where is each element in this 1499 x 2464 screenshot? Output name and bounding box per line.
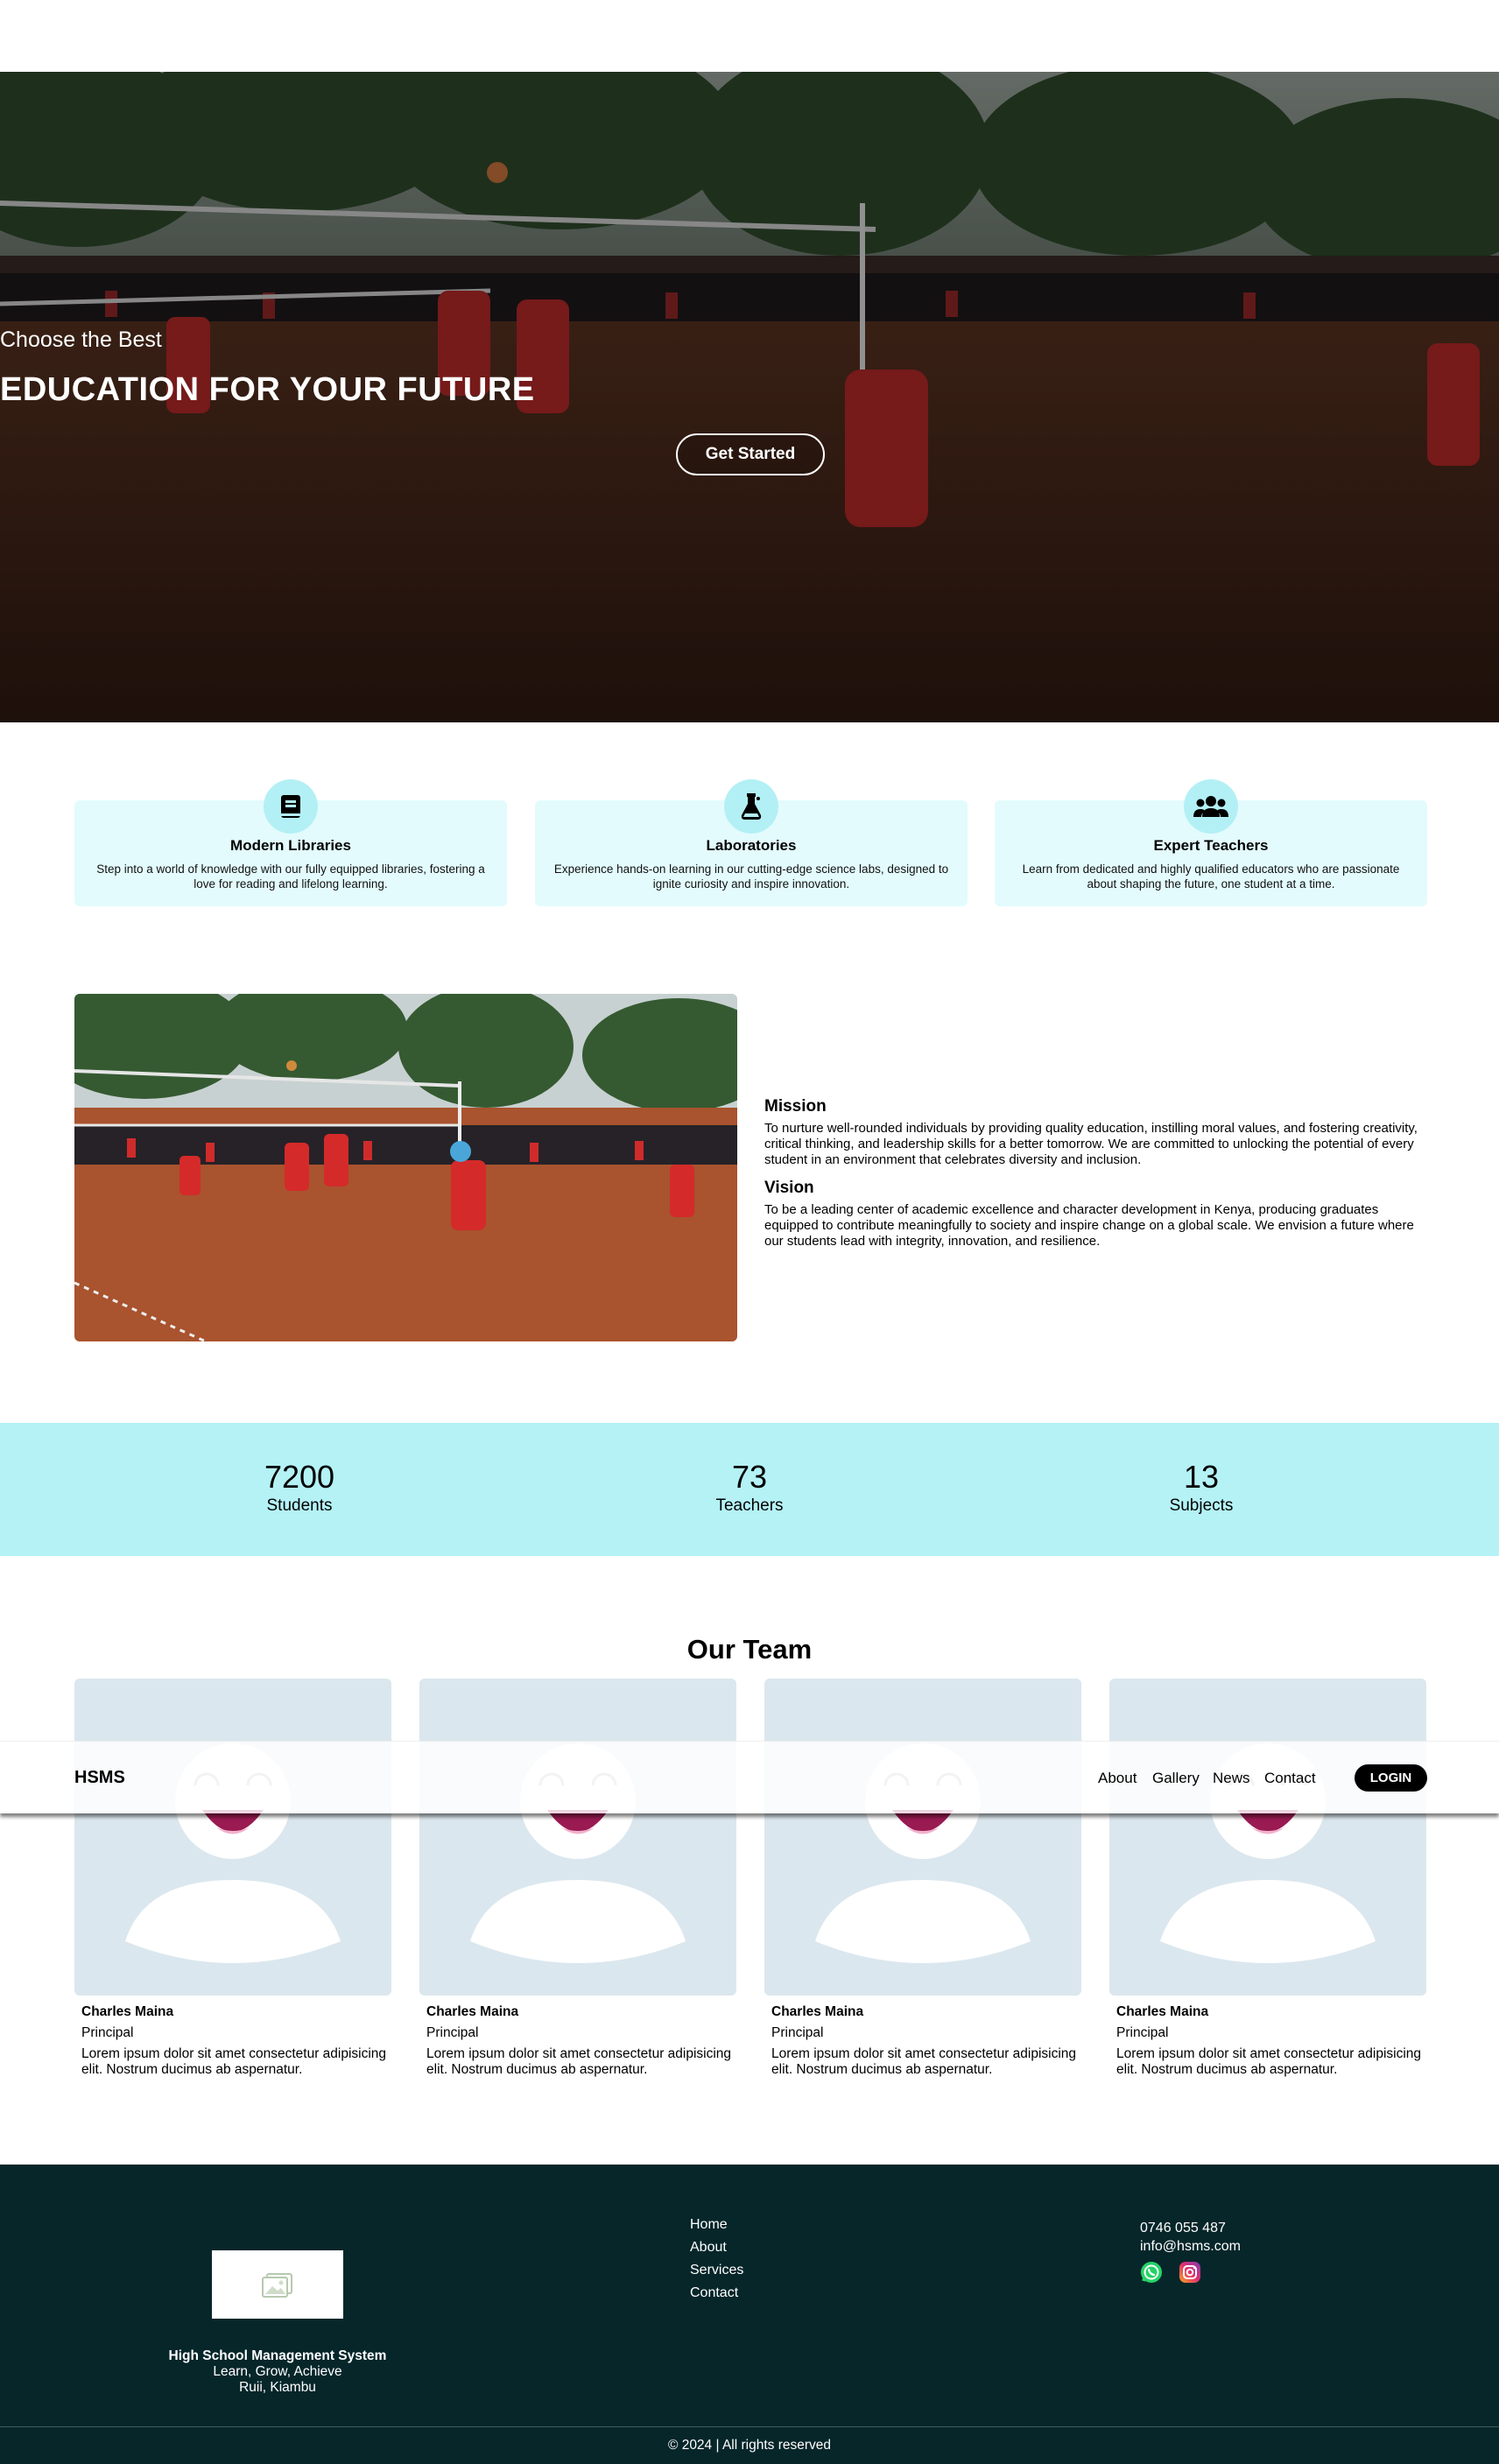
stat-value: 73 xyxy=(731,1459,768,1495)
mission-vision: Mission To nurture well-rounded individu… xyxy=(764,1097,1430,1260)
image-placeholder-icon xyxy=(262,2273,292,2298)
stats-section: 7200 Students 73 Teachers 13 Subjects xyxy=(0,1423,1499,1556)
member-name: Charles Maina xyxy=(771,2004,864,2019)
feature-title: Expert Teachers xyxy=(1153,837,1269,854)
footer-location: Ruii, Kiambu xyxy=(239,2380,316,2395)
member-bio: Lorem ipsum dolor sit amet consectetur a… xyxy=(1116,2046,1422,2077)
navbar: HSMS About Gallery News Contact LOGIN xyxy=(0,1741,1499,1813)
feature-text: Step into a world of knowledge with our … xyxy=(96,862,485,891)
about-photo xyxy=(74,994,737,1341)
avatar xyxy=(419,1679,736,1996)
team-title: Our Team xyxy=(686,1634,813,1665)
footer-school-info: High School Management System Learn, Gro… xyxy=(0,2348,555,2396)
login-button[interactable]: LOGIN xyxy=(1355,1764,1427,1792)
feature-title: Laboratories xyxy=(706,837,797,854)
stat-students: 7200 Students xyxy=(168,1460,431,1516)
nav-link-about[interactable]: About xyxy=(1098,1742,1137,1814)
member-role: Principal xyxy=(1116,2025,1169,2040)
stat-label: Subjects xyxy=(1169,1496,1234,1515)
team-member-card: Charles Maina Principal Lorem ipsum dolo… xyxy=(74,1679,391,2078)
avatar xyxy=(764,1679,1081,1996)
feature-title: Modern Libraries xyxy=(230,837,351,854)
stat-subjects: 13 Subjects xyxy=(1070,1460,1333,1516)
member-role: Principal xyxy=(81,2025,134,2040)
member-bio: Lorem ipsum dolor sit amet consectetur a… xyxy=(426,2046,732,2077)
feature-card-libraries: Modern Libraries Step into a world of kn… xyxy=(74,779,507,906)
stat-value: 13 xyxy=(1183,1459,1220,1495)
users-icon xyxy=(1184,779,1238,834)
footer-phone: 0746 055 487 xyxy=(1140,2221,1226,2235)
footer-contact: 0746 055 487 info@hsms.com xyxy=(1140,2219,1241,2256)
mission-title: Mission xyxy=(764,1097,827,1116)
stat-label: Teachers xyxy=(715,1496,784,1515)
member-bio: Lorem ipsum dolor sit amet consectetur a… xyxy=(81,2046,387,2077)
team-member-card: Charles Maina Principal Lorem ipsum dolo… xyxy=(1109,1679,1426,2078)
stat-value: 7200 xyxy=(264,1459,335,1495)
get-started-button[interactable]: Get Started xyxy=(676,433,825,475)
hero-kicker: Choose the Best xyxy=(0,327,162,352)
nav-link-gallery[interactable]: Gallery xyxy=(1152,1742,1200,1814)
team-member-card: Charles Maina Principal Lorem ipsum dolo… xyxy=(764,1679,1081,2078)
nav-link-news[interactable]: News xyxy=(1213,1742,1250,1814)
footer-divider xyxy=(0,2426,1499,2427)
feature-card-laboratories: Laboratories Experience hands-on learnin… xyxy=(535,779,968,906)
member-name: Charles Maina xyxy=(426,2004,519,2019)
whatsapp-icon[interactable] xyxy=(1140,2261,1163,2284)
member-role: Principal xyxy=(426,2025,479,2040)
feature-card-teachers: Expert Teachers Learn from dedicated and… xyxy=(995,779,1427,906)
stat-label: Students xyxy=(266,1496,333,1515)
footer-link-contact[interactable]: Contact xyxy=(690,2285,743,2308)
footer-links: Home About Services Contact xyxy=(690,2217,743,2308)
member-name: Charles Maina xyxy=(81,2004,174,2019)
footer-link-home[interactable]: Home xyxy=(690,2217,743,2240)
footer-link-about[interactable]: About xyxy=(690,2240,743,2263)
nav-link-contact[interactable]: Contact xyxy=(1264,1742,1316,1814)
vision-title: Vision xyxy=(764,1179,814,1197)
hero-title: EDUCATION FOR YOUR FUTURE xyxy=(0,371,535,408)
mission-text: To nurture well-rounded individuals by p… xyxy=(764,1121,1418,1167)
feature-text: Experience hands-on learning in our cutt… xyxy=(553,862,949,891)
team-member-card: Charles Maina Principal Lorem ipsum dolo… xyxy=(419,1679,736,2078)
footer-tagline: Learn, Grow, Achieve xyxy=(213,2364,342,2379)
book-icon xyxy=(264,779,318,834)
brand-logo[interactable]: HSMS xyxy=(74,1742,125,1814)
footer-link-services[interactable]: Services xyxy=(690,2263,743,2285)
footer-email[interactable]: info@hsms.com xyxy=(1140,2237,1241,2256)
footer-logo xyxy=(212,2250,343,2319)
instagram-icon[interactable] xyxy=(1179,2261,1201,2284)
hero-section: Choose the Best EDUCATION FOR YOUR FUTUR… xyxy=(0,72,1499,722)
flask-icon xyxy=(724,779,778,834)
member-name: Charles Maina xyxy=(1116,2004,1209,2019)
feature-text: Learn from dedicated and highly qualifie… xyxy=(1022,862,1400,891)
stat-teachers: 73 Teachers xyxy=(618,1460,881,1516)
member-role: Principal xyxy=(771,2025,824,2040)
footer: High School Management System Learn, Gro… xyxy=(0,2165,1499,2464)
social-links xyxy=(1140,2261,1201,2284)
avatar xyxy=(1109,1679,1426,1996)
avatar xyxy=(74,1679,391,1996)
vision-text: To be a leading center of academic excel… xyxy=(764,1202,1414,1249)
footer-school-name: High School Management System xyxy=(168,2348,387,2363)
member-bio: Lorem ipsum dolor sit amet consectetur a… xyxy=(771,2046,1077,2077)
copyright: © 2024 | All rights reserved xyxy=(667,2438,832,2453)
